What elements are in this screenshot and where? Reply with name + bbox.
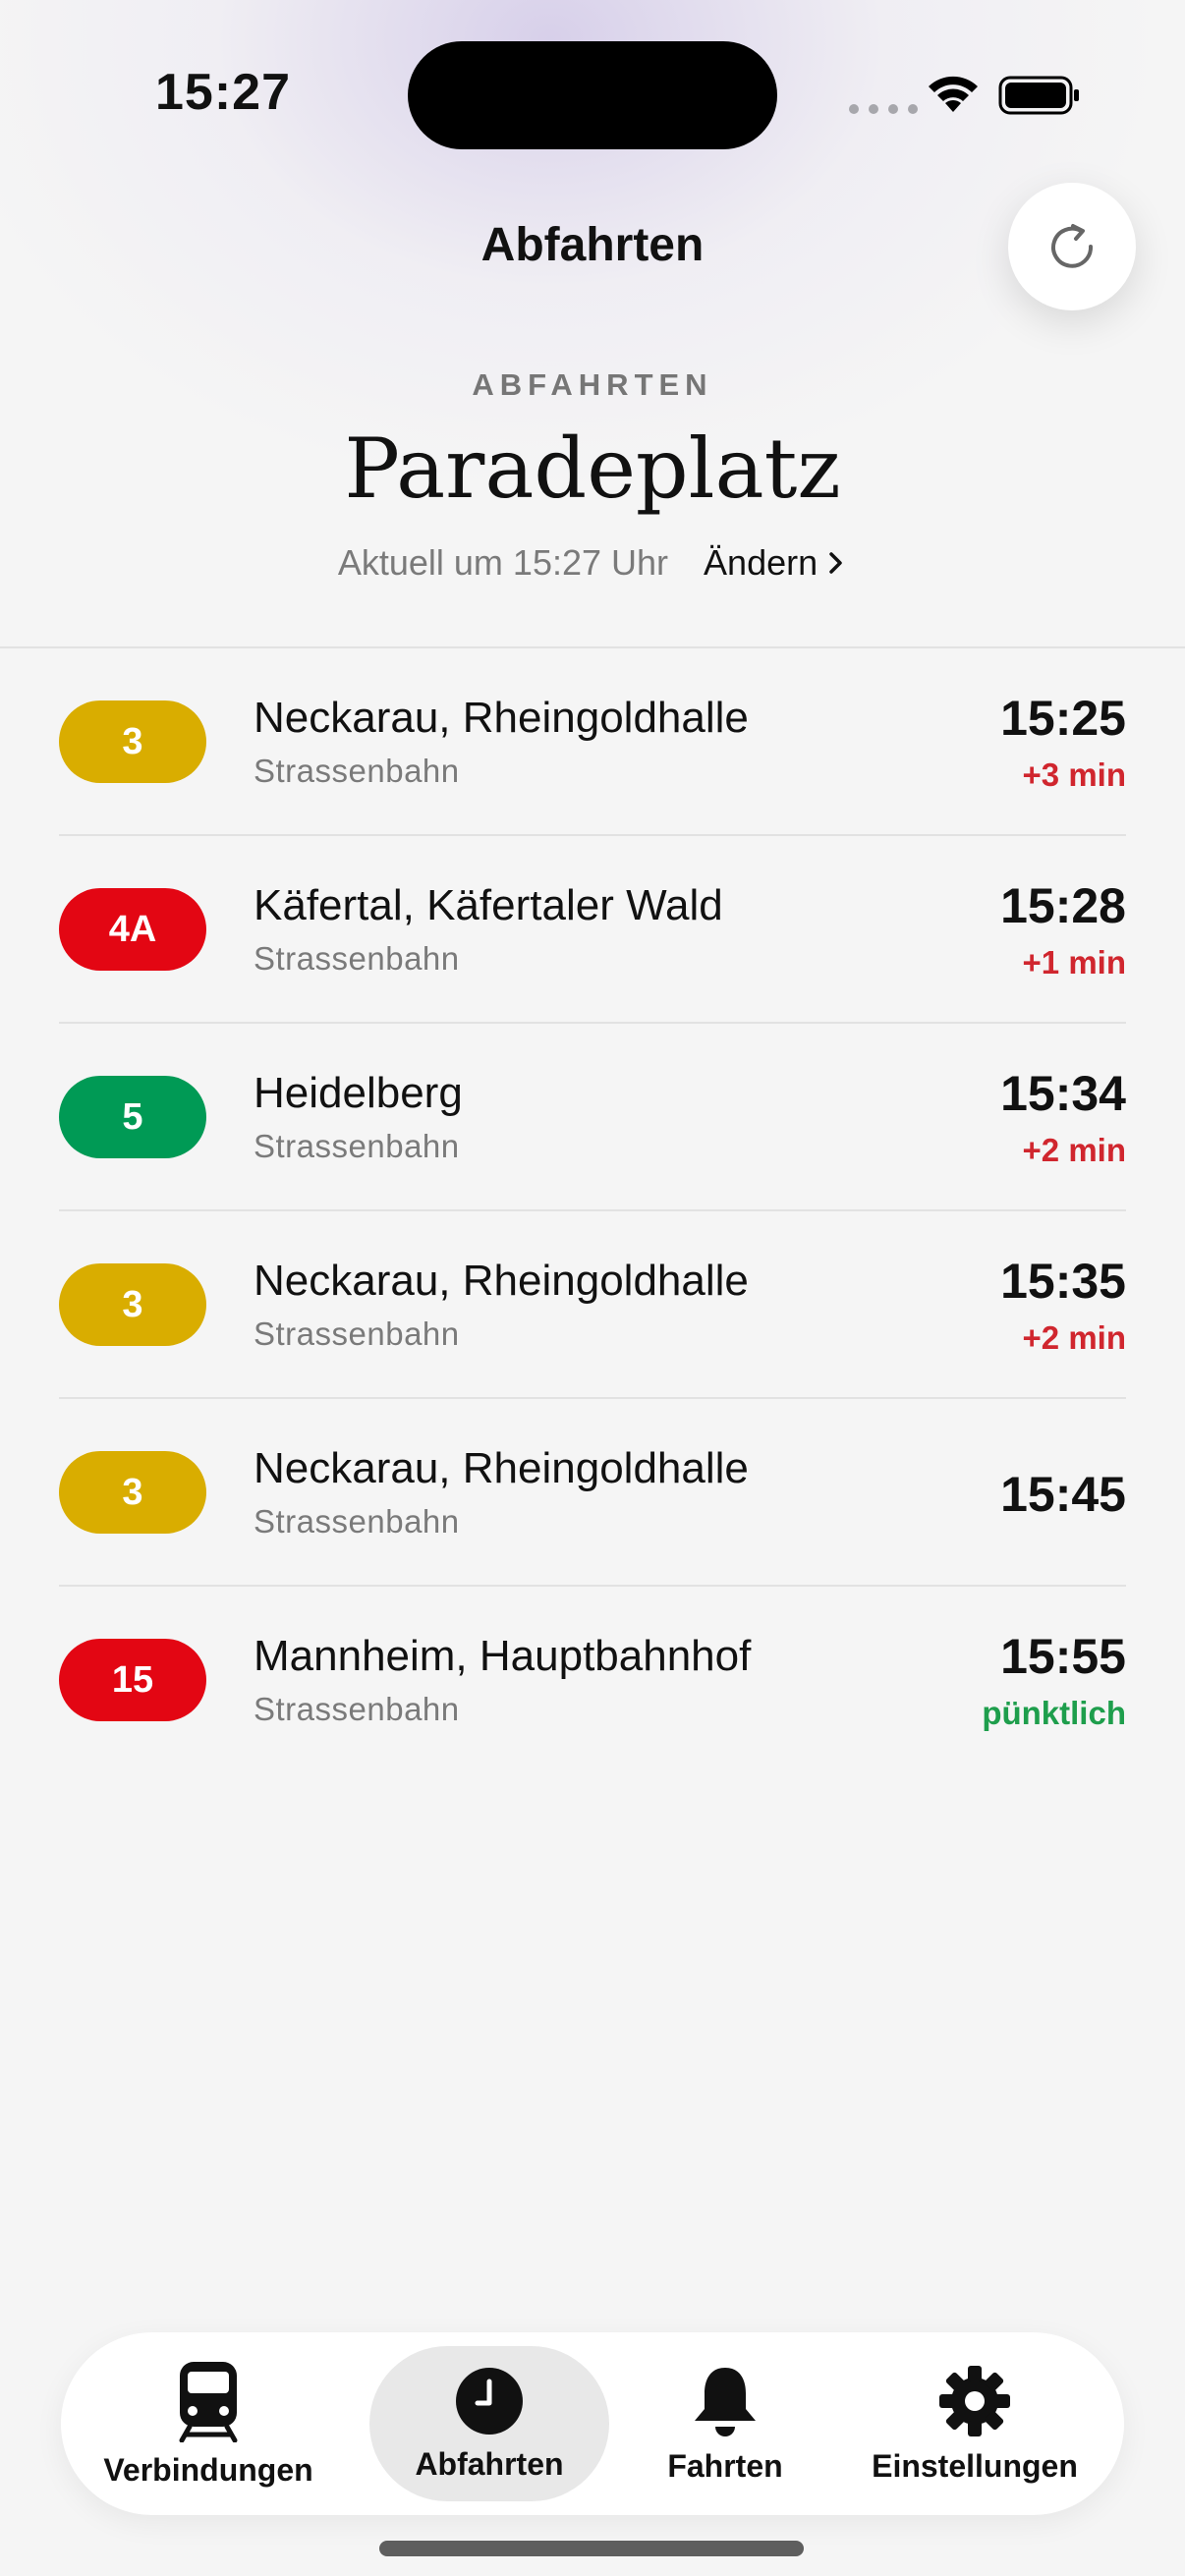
refresh-button[interactable]	[1008, 183, 1136, 310]
line-badge: 3	[59, 1263, 206, 1346]
departure-time: 15:45	[1000, 1467, 1126, 1522]
delay-status: +2 min	[1022, 1132, 1126, 1168]
tab-einstellungen[interactable]: Einstellungen	[847, 2346, 1102, 2501]
tab-label: Fahrten	[667, 2447, 783, 2484]
departure-row[interactable]: 3 Neckarau, Rheingoldhalle Strassenbahn …	[59, 648, 1126, 836]
delay-status: +2 min	[1022, 1319, 1126, 1356]
departure-time: 15:28	[1000, 878, 1126, 933]
gear-icon	[939, 2365, 1010, 2436]
destination: Mannheim, Hauptbahnhof	[254, 1632, 752, 1680]
line-badge: 4A	[59, 888, 206, 971]
departure-row[interactable]: 4A Käfertal, Käfertaler Wald Strassenbah…	[59, 836, 1126, 1024]
departure-row[interactable]: 3 Neckarau, Rheingoldhalle Strassenbahn …	[59, 1211, 1126, 1399]
delay-status: +3 min	[1022, 756, 1126, 793]
transport-mode: Strassenbahn	[254, 940, 460, 977]
departure-row[interactable]: 5 Heidelberg Strassenbahn 15:34 +2 min	[59, 1024, 1126, 1211]
transport-mode: Strassenbahn	[254, 1691, 460, 1727]
departure-time: 15:35	[1000, 1254, 1126, 1309]
departure-list: 3 Neckarau, Rheingoldhalle Strassenbahn …	[0, 648, 1185, 1774]
destination: Käfertal, Käfertaler Wald	[254, 881, 723, 929]
line-badge: 5	[59, 1076, 206, 1158]
station-title: Paradeplatz	[344, 420, 841, 517]
delay-status: pünktlich	[982, 1695, 1126, 1731]
transport-mode: Strassenbahn	[254, 1316, 460, 1352]
bell-icon	[695, 2367, 756, 2436]
clock-icon	[456, 2367, 523, 2435]
updated-timestamp: Aktuell um 15:27 Uhr	[337, 542, 669, 583]
tab-label: Abfahrten	[415, 2445, 564, 2482]
battery-icon	[998, 76, 1079, 115]
destination: Neckarau, Rheingoldhalle	[254, 1257, 749, 1305]
change-station-label: Ändern	[704, 542, 818, 583]
departure-row[interactable]: 15 Mannheim, Hauptbahnhof Strassenbahn 1…	[59, 1587, 1126, 1774]
tab-abfahrten[interactable]: Abfahrten	[369, 2346, 609, 2501]
transport-mode: Strassenbahn	[254, 753, 460, 789]
transport-mode: Strassenbahn	[254, 1128, 460, 1164]
refresh-icon	[1051, 224, 1094, 268]
departure-row[interactable]: 3 Neckarau, Rheingoldhalle Strassenbahn …	[59, 1399, 1126, 1587]
tram-icon	[179, 2361, 238, 2442]
tab-bar: Verbindungen Abfahrten Fahrten Einstellu…	[61, 2332, 1124, 2515]
destination: Heidelberg	[254, 1069, 463, 1117]
status-time: 15:27	[155, 64, 291, 121]
tab-fahrten[interactable]: Fahrten	[627, 2346, 823, 2501]
dynamic-island	[408, 41, 777, 149]
update-row: Aktuell um 15:27 Uhr Ändern	[0, 542, 1185, 584]
tab-label: Verbindungen	[103, 2451, 313, 2488]
home-indicator	[379, 2541, 804, 2556]
departures-screen: 15:27 Abfahrten ABFAHRTEN Paradeplatz Ak…	[0, 0, 1185, 2576]
change-station-link[interactable]: Ändern	[704, 542, 847, 584]
line-badge: 3	[59, 1451, 206, 1534]
line-badge: 3	[59, 700, 206, 783]
cellular-signal-icon	[849, 104, 918, 114]
delay-status: +1 min	[1022, 944, 1126, 980]
destination: Neckarau, Rheingoldhalle	[254, 694, 749, 742]
departure-time: 15:25	[1000, 691, 1126, 746]
tab-label: Einstellungen	[872, 2447, 1078, 2484]
section-eyebrow: ABFAHRTEN	[472, 367, 713, 402]
departure-time: 15:55	[1000, 1629, 1126, 1684]
destination: Neckarau, Rheingoldhalle	[254, 1444, 749, 1492]
transport-mode: Strassenbahn	[254, 1503, 460, 1540]
line-badge: 15	[59, 1639, 206, 1721]
wifi-icon	[929, 76, 978, 112]
tab-verbindungen[interactable]: Verbindungen	[83, 2346, 334, 2501]
departure-time: 15:34	[1000, 1066, 1126, 1121]
chevron-right-icon	[829, 552, 842, 574]
